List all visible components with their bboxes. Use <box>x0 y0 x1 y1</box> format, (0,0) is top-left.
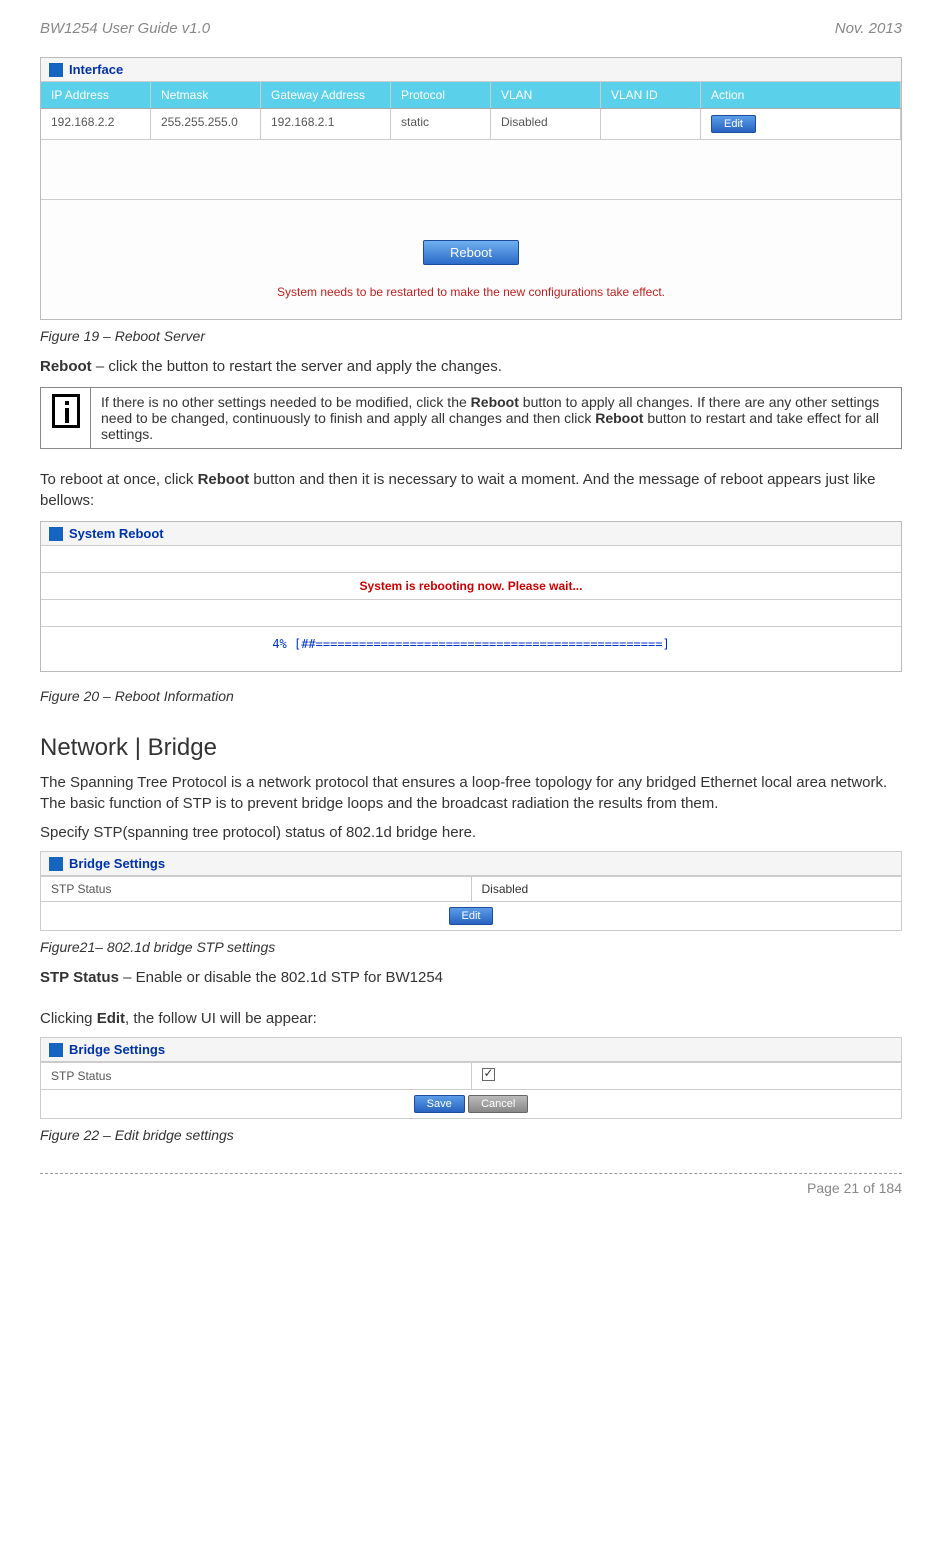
page-footer: Page 21 of 184 <box>40 1173 902 1196</box>
cell-protocol: static <box>391 109 491 139</box>
page-header: BW1254 User Guide v1.0 Nov. 2013 <box>40 20 902 37</box>
col-gateway-header: Gateway Address <box>261 82 391 108</box>
cell-gateway: 192.168.2.1 <box>261 109 391 139</box>
stp-status-value: Disabled <box>471 877 902 902</box>
cell-netmask: 255.255.255.0 <box>151 109 261 139</box>
stp-status-checkbox[interactable] <box>482 1068 495 1081</box>
reboot-bold: Reboot <box>40 358 92 375</box>
stp-status-label-2: STP Status <box>41 1063 472 1090</box>
reboot-button[interactable]: Reboot <box>423 240 519 265</box>
cancel-button[interactable]: Cancel <box>468 1095 528 1113</box>
figure-22-caption: Figure 22 – Edit bridge settings <box>40 1127 902 1143</box>
col-ip-header: IP Address <box>41 82 151 108</box>
interface-screenshot: Interface IP Address Netmask Gateway Add… <box>40 57 902 320</box>
system-reboot-screenshot: System Reboot System is rebooting now. P… <box>40 521 902 672</box>
bridge-panel-header: Bridge Settings <box>41 852 901 876</box>
bridge-para-1: The Spanning Tree Protocol is a network … <box>40 772 902 814</box>
col-vlanid-header: VLAN ID <box>601 82 701 108</box>
stp-status-label: STP Status <box>41 877 472 902</box>
reboot-desc-text: – click the button to restart the server… <box>92 358 502 375</box>
bridge-panel-title-2: Bridge Settings <box>69 1042 165 1057</box>
cell-vlanid <box>601 109 701 139</box>
stp-status-checkbox-cell <box>471 1063 902 1090</box>
panel-icon <box>49 1043 63 1057</box>
cell-action: Edit <box>701 109 901 139</box>
col-protocol-header: Protocol <box>391 82 491 108</box>
clicking-edit-text: Clicking Edit, the follow UI will be app… <box>40 1008 902 1029</box>
system-reboot-title: System Reboot <box>69 526 164 541</box>
edit-button-row: Edit <box>41 902 902 931</box>
empty-row-2 <box>41 600 901 627</box>
figure-20-caption: Figure 20 – Reboot Information <box>40 688 902 704</box>
col-vlan-header: VLAN <box>491 82 601 108</box>
stp-status-description: STP Status – Enable or disable the 802.1… <box>40 967 902 988</box>
col-netmask-header: Netmask <box>151 82 261 108</box>
network-bridge-heading: Network | Bridge <box>40 734 902 762</box>
interface-panel-title: Interface <box>69 62 123 77</box>
info-note-text: If there is no other settings needed to … <box>91 388 902 449</box>
restart-message: System needs to be restarted to make the… <box>41 275 901 319</box>
bridge-panel-header-2: Bridge Settings <box>41 1038 901 1062</box>
col-action-header: Action <box>701 82 901 108</box>
bridge-para-2: Specify STP(spanning tree protocol) stat… <box>40 822 902 843</box>
reboot-status-message: System is rebooting now. Please wait... <box>41 573 901 600</box>
panel-icon <box>49 527 63 541</box>
doc-date: Nov. 2013 <box>835 20 902 37</box>
doc-title: BW1254 User Guide v1.0 <box>40 20 210 37</box>
bridge-settings-screenshot-1: Bridge Settings STP Status Disabled Edit <box>40 851 902 931</box>
info-icon-cell <box>41 388 91 449</box>
interface-table-row: 192.168.2.2 255.255.255.0 192.168.2.1 st… <box>41 109 901 140</box>
panel-icon <box>49 857 63 871</box>
save-button[interactable]: Save <box>414 1095 465 1113</box>
info-note-box: If there is no other settings needed to … <box>40 387 902 449</box>
reboot-description: Reboot – click the button to restart the… <box>40 356 902 377</box>
panel-icon <box>49 63 63 77</box>
save-cancel-row: Save Cancel <box>41 1090 902 1119</box>
to-reboot-text: To reboot at once, click Reboot button a… <box>40 469 902 511</box>
empty-space <box>41 140 901 200</box>
edit-button[interactable]: Edit <box>711 115 756 133</box>
empty-row <box>41 546 901 573</box>
system-reboot-header: System Reboot <box>41 522 901 546</box>
page-number: Page 21 of 184 <box>807 1180 902 1196</box>
cell-vlan: Disabled <box>491 109 601 139</box>
bridge-panel-title: Bridge Settings <box>69 856 165 871</box>
figure-21-caption: Figure21– 802.1d bridge STP settings <box>40 939 902 955</box>
cell-ip: 192.168.2.2 <box>41 109 151 139</box>
interface-table-header: IP Address Netmask Gateway Address Proto… <box>41 82 901 109</box>
info-icon <box>52 394 80 428</box>
figure-19-caption: Figure 19 – Reboot Server <box>40 328 902 344</box>
bridge-settings-screenshot-2: Bridge Settings STP Status Save Cancel <box>40 1037 902 1119</box>
reboot-button-area: Reboot <box>41 200 901 275</box>
edit-button[interactable]: Edit <box>449 907 494 925</box>
interface-panel-header: Interface <box>41 58 901 82</box>
reboot-progress: 4% [##==================================… <box>41 627 901 671</box>
